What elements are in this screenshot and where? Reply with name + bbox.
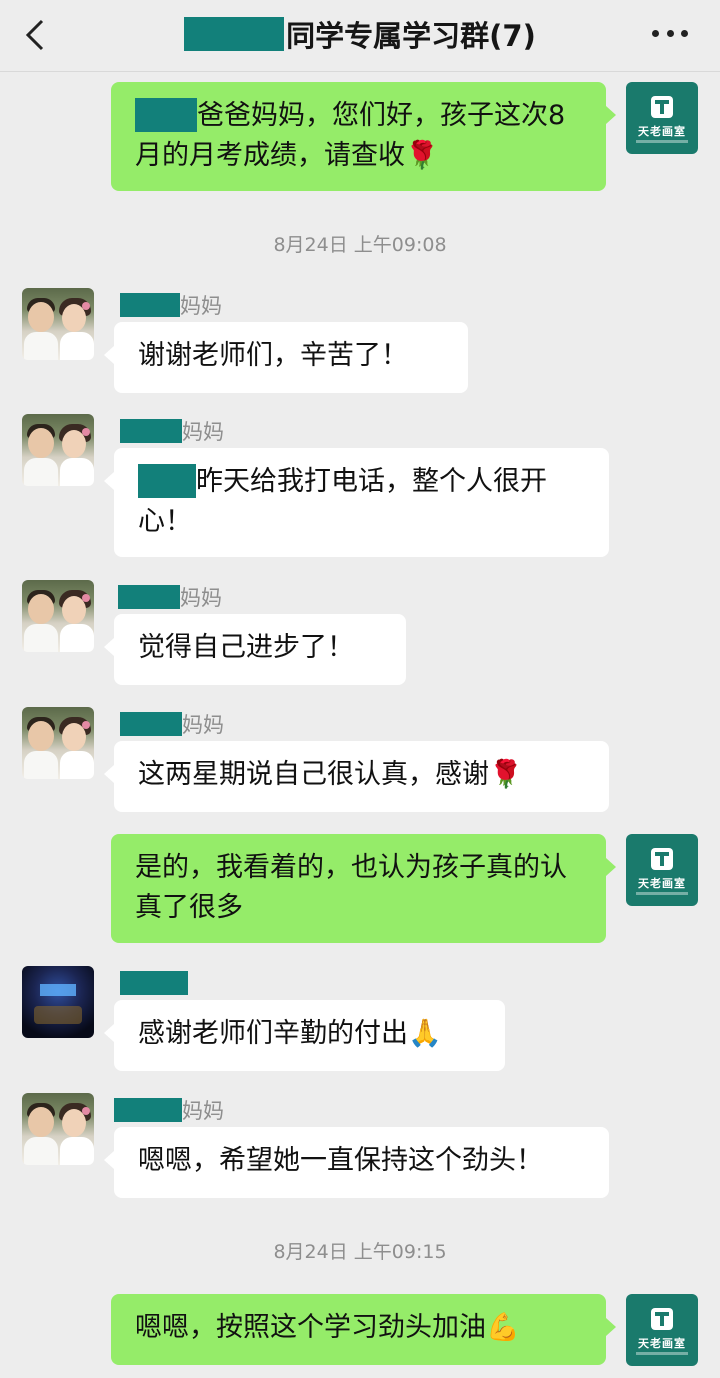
redacted-name — [138, 463, 196, 498]
avatar-part — [60, 751, 94, 779]
avatar[interactable] — [22, 707, 94, 779]
avatar-part — [24, 458, 58, 486]
sender-suffix: 妈妈 — [180, 294, 222, 318]
avatar-part — [60, 1137, 94, 1165]
avatar-part — [60, 624, 94, 652]
chat-title: 同学专属学习群(7) — [0, 14, 720, 54]
message-bubble-self[interactable]: 爸爸妈妈，您们好，孩子这次8月的月考成绩，请查收🌹 — [111, 82, 616, 191]
sender-suffix: 妈妈 — [182, 420, 224, 444]
more-options-icon[interactable] — [652, 30, 688, 38]
avatar-part — [60, 332, 94, 360]
logo-icon — [651, 1308, 673, 1330]
avatar-subtext — [636, 1352, 688, 1355]
flexed-biceps-emoji-icon: 💪 — [486, 1312, 520, 1343]
message-bubble[interactable]: 感谢老师们辛勤的付出🙏 — [104, 1000, 505, 1071]
avatar[interactable] — [22, 966, 94, 1038]
avatar-part — [40, 984, 76, 996]
avatar-part — [24, 332, 58, 360]
redacted-name — [135, 97, 197, 132]
message-text: 是的，我看着的，也认为孩子真的认真了很多 — [135, 852, 567, 923]
redacted-name — [120, 971, 188, 995]
message-bubble[interactable]: 这两星期说自己很认真，感谢🌹 — [104, 741, 609, 812]
avatar-part — [24, 751, 58, 779]
message-timestamp: 8月24日 上午09:15 — [273, 1241, 447, 1263]
rose-emoji-icon: 🌹 — [489, 759, 523, 790]
avatar-part — [82, 594, 90, 602]
avatar-part — [28, 302, 54, 332]
avatar-part — [28, 594, 54, 624]
avatar-subtext — [636, 892, 688, 895]
avatar-part — [24, 624, 58, 652]
message-text: 谢谢老师们，辛苦了！ — [138, 340, 408, 371]
sender-name: 妈妈 — [120, 292, 222, 318]
message-text: 昨天给我打电话，整个人很开心！ — [138, 466, 547, 537]
avatar[interactable] — [22, 580, 94, 652]
sender-name: 妈妈 — [120, 711, 224, 737]
message-text: 嗯嗯，希望她一直保持这个劲头！ — [138, 1145, 543, 1176]
avatar-brand: 天老画室 — [638, 877, 686, 890]
avatar-part — [82, 1107, 90, 1115]
avatar-part — [60, 458, 94, 486]
sender-name: 妈妈 — [118, 584, 222, 610]
message-bubble[interactable]: 嗯嗯，希望她一直保持这个劲头！ — [104, 1127, 609, 1198]
message-text: 感谢老师们辛勤的付出 — [138, 1018, 408, 1049]
avatar[interactable] — [22, 1093, 94, 1165]
sender-name — [120, 970, 188, 996]
avatar-part — [82, 721, 90, 729]
redacted-name — [120, 419, 182, 443]
sender-suffix: 妈妈 — [182, 713, 224, 737]
redacted-name — [184, 17, 285, 51]
rose-emoji-icon: 🌹 — [405, 140, 439, 171]
avatar-part — [28, 428, 54, 458]
avatar-part — [24, 1137, 58, 1165]
avatar-part — [28, 1107, 54, 1137]
avatar-subtext — [636, 140, 688, 143]
sender-name: 妈妈 — [114, 1097, 224, 1123]
avatar[interactable] — [22, 414, 94, 486]
group-title: 同学专属学习群(7) — [286, 19, 536, 53]
message-text: 这两星期说自己很认真，感谢 — [138, 759, 489, 790]
message-bubble[interactable]: 昨天给我打电话，整个人很开心！ — [104, 448, 609, 557]
redacted-name — [114, 1098, 182, 1122]
avatar[interactable] — [22, 288, 94, 360]
message-timestamp: 8月24日 上午09:08 — [273, 234, 447, 256]
avatar[interactable]: 天老画室 — [626, 834, 698, 906]
avatar-part — [34, 1006, 82, 1024]
sender-suffix: 妈妈 — [182, 1099, 224, 1123]
redacted-name — [120, 712, 182, 736]
logo-icon — [651, 96, 673, 118]
avatar[interactable]: 天老画室 — [626, 1294, 698, 1366]
avatar-brand: 天老画室 — [638, 1337, 686, 1350]
avatar[interactable]: 天老画室 — [626, 82, 698, 154]
avatar-part — [82, 302, 90, 310]
message-text: 嗯嗯，按照这个学习劲头加油 — [135, 1312, 486, 1343]
avatar-brand: 天老画室 — [638, 125, 686, 138]
logo-icon — [651, 848, 673, 870]
message-bubble-self[interactable]: 是的，我看着的，也认为孩子真的认真了很多 — [111, 834, 616, 943]
redacted-name — [120, 293, 180, 317]
message-text: 觉得自己进步了！ — [138, 632, 354, 663]
message-bubble[interactable]: 觉得自己进步了！ — [104, 614, 406, 685]
avatar-part — [82, 428, 90, 436]
pray-emoji-icon: 🙏 — [408, 1018, 442, 1049]
sender-name: 妈妈 — [120, 418, 224, 444]
message-bubble-self[interactable]: 嗯嗯，按照这个学习劲头加油💪 — [111, 1294, 616, 1365]
chat-header: 同学专属学习群(7) — [0, 0, 720, 72]
message-bubble[interactable]: 谢谢老师们，辛苦了！ — [104, 322, 468, 393]
message-text: 爸爸妈妈，您们好，孩子这次8月的月考成绩，请查收 — [135, 100, 566, 171]
sender-suffix: 妈妈 — [180, 586, 222, 610]
redacted-name — [118, 585, 180, 609]
avatar-part — [28, 721, 54, 751]
